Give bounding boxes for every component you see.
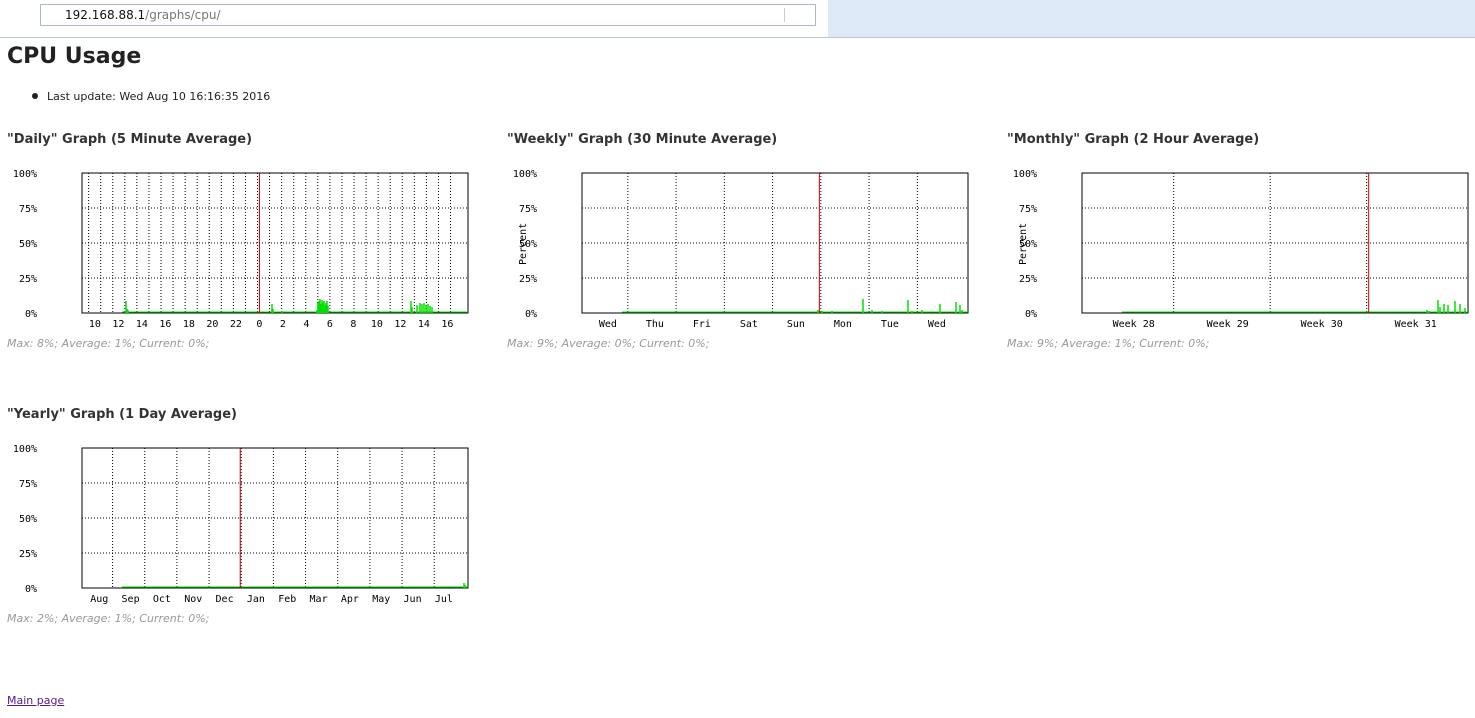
- x-tick-label: Week 28: [1113, 319, 1155, 330]
- graph-stats: Max: 9%; Average: 1%; Current: 0%;: [1007, 337, 1210, 350]
- x-tick-label: Dec: [216, 594, 234, 605]
- x-tick-label: 0: [256, 319, 262, 330]
- y-tick-label: 0%: [25, 584, 37, 595]
- y-tick-label: 25%: [1019, 274, 1037, 285]
- x-tick-label: Fri: [693, 319, 711, 330]
- graph-title: "Monthly" Graph (2 Hour Average): [1007, 132, 1260, 147]
- y-tick-label: 50%: [1019, 239, 1037, 250]
- x-tick-label: Mar: [310, 594, 328, 605]
- graph-stats: Max: 9%; Average: 0%; Current: 0%;: [507, 337, 710, 350]
- y-tick-label: 75%: [519, 204, 537, 215]
- x-tick-label: Week 31: [1395, 319, 1437, 330]
- x-tick-label: Sat: [740, 319, 758, 330]
- bullet-icon: [32, 93, 38, 99]
- x-tick-label: Mon: [834, 319, 852, 330]
- x-tick-label: 6: [327, 319, 333, 330]
- url-path: /graphs/cpu/: [145, 8, 221, 22]
- x-tick-label: Jun: [404, 594, 422, 605]
- x-tick-label: Jul: [435, 594, 453, 605]
- weekly-graph-chart: Percent100%75%50%25%0%Wed Thu Fri Sat Sun Mon…: [513, 169, 969, 330]
- graph-title: "Weekly" Graph (30 Minute Average): [507, 132, 778, 147]
- y-tick-label: 25%: [19, 274, 37, 285]
- y-tick-label: 100%: [513, 169, 537, 180]
- x-tick-label: Feb: [278, 594, 296, 605]
- graph-title: "Yearly" Graph (1 Day Average): [7, 407, 237, 422]
- x-tick-label: 22: [230, 319, 242, 330]
- url-host: 192.168.88.1: [65, 8, 146, 22]
- x-tick-label: Week 29: [1207, 319, 1249, 330]
- y-tick-label: 0%: [525, 309, 537, 320]
- address-divider: [784, 8, 785, 22]
- x-tick-label: Oct: [153, 594, 171, 605]
- x-tick-label: 20: [206, 319, 218, 330]
- x-tick-label: 2: [280, 319, 286, 330]
- last-update: Last update: Wed Aug 10 16:16:35 2016: [32, 90, 270, 103]
- x-tick-label: Apr: [341, 594, 359, 605]
- x-tick-label: 12: [112, 319, 124, 330]
- x-tick-label: 14: [136, 319, 148, 330]
- y-tick-label: 0%: [25, 309, 37, 320]
- x-tick-label: Aug: [90, 594, 108, 605]
- browser-toolbar-background: [828, 0, 1475, 37]
- y-tick-label: 50%: [19, 514, 37, 525]
- y-tick-label: 50%: [19, 239, 37, 250]
- x-tick-label: Nov: [184, 594, 202, 605]
- y-tick-label: 25%: [519, 274, 537, 285]
- y-tick-label: 75%: [19, 479, 37, 490]
- x-tick-label: 14: [418, 319, 430, 330]
- y-tick-label: 0%: [1025, 309, 1037, 320]
- x-tick-label: Tue: [881, 319, 899, 330]
- x-tick-label: May: [372, 594, 390, 605]
- x-tick-label: Wed: [928, 319, 946, 330]
- x-tick-label: Sun: [787, 319, 805, 330]
- monthly-graph-chart: Percent100%75%50%25%0%Week 28 Week 29 Week…: [1013, 169, 1469, 330]
- x-tick-label: 10: [89, 319, 101, 330]
- x-tick-label: 16: [159, 319, 171, 330]
- x-tick-label: Thu: [646, 319, 664, 330]
- last-update-text: Last update: Wed Aug 10 16:16:35 2016: [47, 90, 271, 103]
- y-tick-label: 50%: [519, 239, 537, 250]
- graph-stats: Max: 8%; Average: 1%; Current: 0%;: [7, 337, 210, 350]
- x-tick-label: 10: [371, 319, 383, 330]
- x-tick-label: Sep: [122, 594, 140, 605]
- y-tick-label: 100%: [13, 444, 37, 455]
- graph-stats: Max: 2%; Average: 1%; Current: 0%;: [7, 612, 210, 625]
- x-tick-label: 12: [394, 319, 406, 330]
- browser-toolbar: 192.168.88.1/graphs/cpu/: [0, 0, 1475, 38]
- y-tick-label: 100%: [1013, 169, 1037, 180]
- x-tick-label: 16: [441, 319, 453, 330]
- y-tick-label: 75%: [1019, 204, 1037, 215]
- yearly-graph-chart: 100% 75% 50% 25% 0% Aug Sep Oct Nov Dec Jan Feb Mar A…: [13, 444, 469, 605]
- address-bar[interactable]: 192.168.88.1/graphs/cpu/: [40, 4, 816, 26]
- daily-graph-chart: 100% 75% 50% 25% 0% 10 12 14 16 18 20 22 0 2 4 6 8 10 12 14…: [13, 169, 469, 330]
- page-title: CPU Usage: [7, 44, 142, 69]
- y-tick-label: 25%: [19, 549, 37, 560]
- y-tick-label: 100%: [13, 169, 37, 180]
- x-tick-label: Week 30: [1301, 319, 1343, 330]
- main-page-link[interactable]: Main page: [7, 694, 64, 707]
- x-tick-label: 18: [183, 319, 195, 330]
- x-tick-label: 8: [350, 319, 356, 330]
- x-tick-label: 4: [303, 319, 309, 330]
- graph-title: "Daily" Graph (5 Minute Average): [7, 132, 253, 147]
- y-tick-label: 75%: [19, 204, 37, 215]
- x-tick-label: Wed: [599, 319, 617, 330]
- x-tick-label: Jan: [247, 594, 265, 605]
